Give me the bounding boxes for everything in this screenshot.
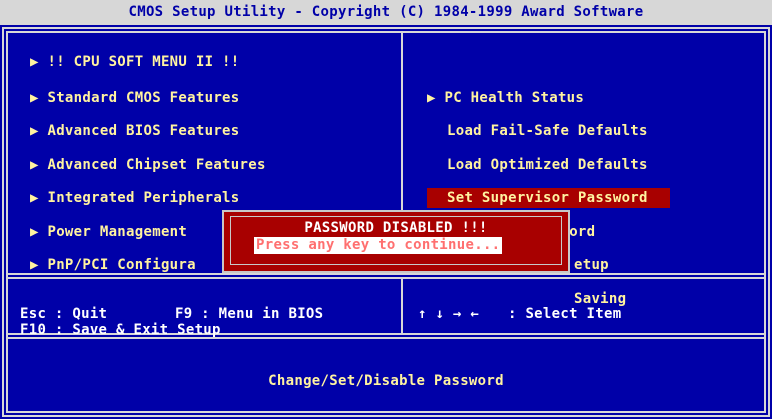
chevron-right-icon: ▶ xyxy=(427,90,436,106)
separator-help-top-2 xyxy=(6,277,766,279)
title-bar: CMOS Setup Utility - Copyright (C) 1984-… xyxy=(0,0,772,25)
border-left-outer xyxy=(2,27,4,417)
border-right-outer xyxy=(768,27,770,417)
menu-item-label: PnP/PCI Configura xyxy=(47,257,196,273)
chevron-right-icon: ▶ xyxy=(30,224,39,240)
border-bottom-outer xyxy=(2,415,770,417)
menu-item-advanced-bios[interactable]: ▶ Advanced BIOS Features xyxy=(30,121,240,141)
border-top-inner xyxy=(6,31,766,33)
help-f9-menu: F9 : Menu in BIOS xyxy=(175,306,324,322)
menu-item-set-supervisor-password[interactable]: Set Supervisor Password xyxy=(427,188,670,208)
menu-item-label: Standard CMOS Features xyxy=(47,90,240,106)
menu-item-integrated-peripherals[interactable]: ▶ Integrated Peripherals xyxy=(30,188,240,208)
border-left-inner xyxy=(6,31,8,413)
menu-item-label: Integrated Peripherals xyxy=(47,190,240,206)
menu-item-pc-health[interactable]: ▶ PC Health Status xyxy=(427,88,584,108)
item-description: Change/Set/Disable Password xyxy=(268,373,504,389)
menu-item-label: Advanced Chipset Features xyxy=(47,157,266,173)
chevron-right-icon: ▶ xyxy=(30,157,39,173)
menu-item-power-management[interactable]: ▶ Power Management xyxy=(30,222,187,242)
dialog-message: Press any key to continue... xyxy=(254,237,503,254)
menu-item-advanced-chipset[interactable]: ▶ Advanced Chipset Features xyxy=(30,155,266,175)
password-disabled-dialog[interactable]: PASSWORD DISABLED !!! Press any key to c… xyxy=(222,210,570,273)
chevron-right-icon: ▶ xyxy=(30,54,39,70)
menu-item-standard-cmos[interactable]: ▶ Standard CMOS Features xyxy=(30,88,240,108)
help-select-item: : Select Item xyxy=(508,306,622,322)
border-top-outer xyxy=(2,27,770,29)
window-title: CMOS Setup Utility - Copyright (C) 1984-… xyxy=(128,4,644,20)
arrow-keys-icon: ↑ ↓ → ← xyxy=(418,306,480,322)
menu-item-label: Advanced BIOS Features xyxy=(47,123,240,139)
menu-item-label: PC Health Status xyxy=(444,90,585,106)
help-esc-quit: Esc : Quit xyxy=(20,306,108,322)
help-column-divider xyxy=(401,277,403,335)
menu-item-load-failsafe[interactable]: Load Fail-Safe Defaults xyxy=(447,121,648,141)
border-bottom-inner xyxy=(6,411,766,413)
chevron-right-icon: ▶ xyxy=(30,90,39,106)
dialog-title: PASSWORD DISABLED !!! xyxy=(304,220,488,236)
menu-item-load-optimized[interactable]: Load Optimized Defaults xyxy=(447,155,648,175)
menu-item-label: Power Management xyxy=(47,224,188,240)
menu-item-save-exit-setup[interactable]: etup xyxy=(574,255,609,275)
chevron-right-icon: ▶ xyxy=(30,190,39,206)
menu-item-pnp-pci[interactable]: ▶ PnP/PCI Configura xyxy=(30,255,196,275)
menu-item-label: !! CPU SOFT MENU II !! xyxy=(47,54,240,70)
chevron-right-icon: ▶ xyxy=(30,123,39,139)
chevron-right-icon: ▶ xyxy=(30,257,39,273)
help-f10-save: F10 : Save & Exit Setup xyxy=(20,322,221,338)
menu-item-cpu-soft-menu[interactable]: ▶ !! CPU SOFT MENU II !! xyxy=(30,52,240,72)
border-right-inner xyxy=(764,31,766,413)
